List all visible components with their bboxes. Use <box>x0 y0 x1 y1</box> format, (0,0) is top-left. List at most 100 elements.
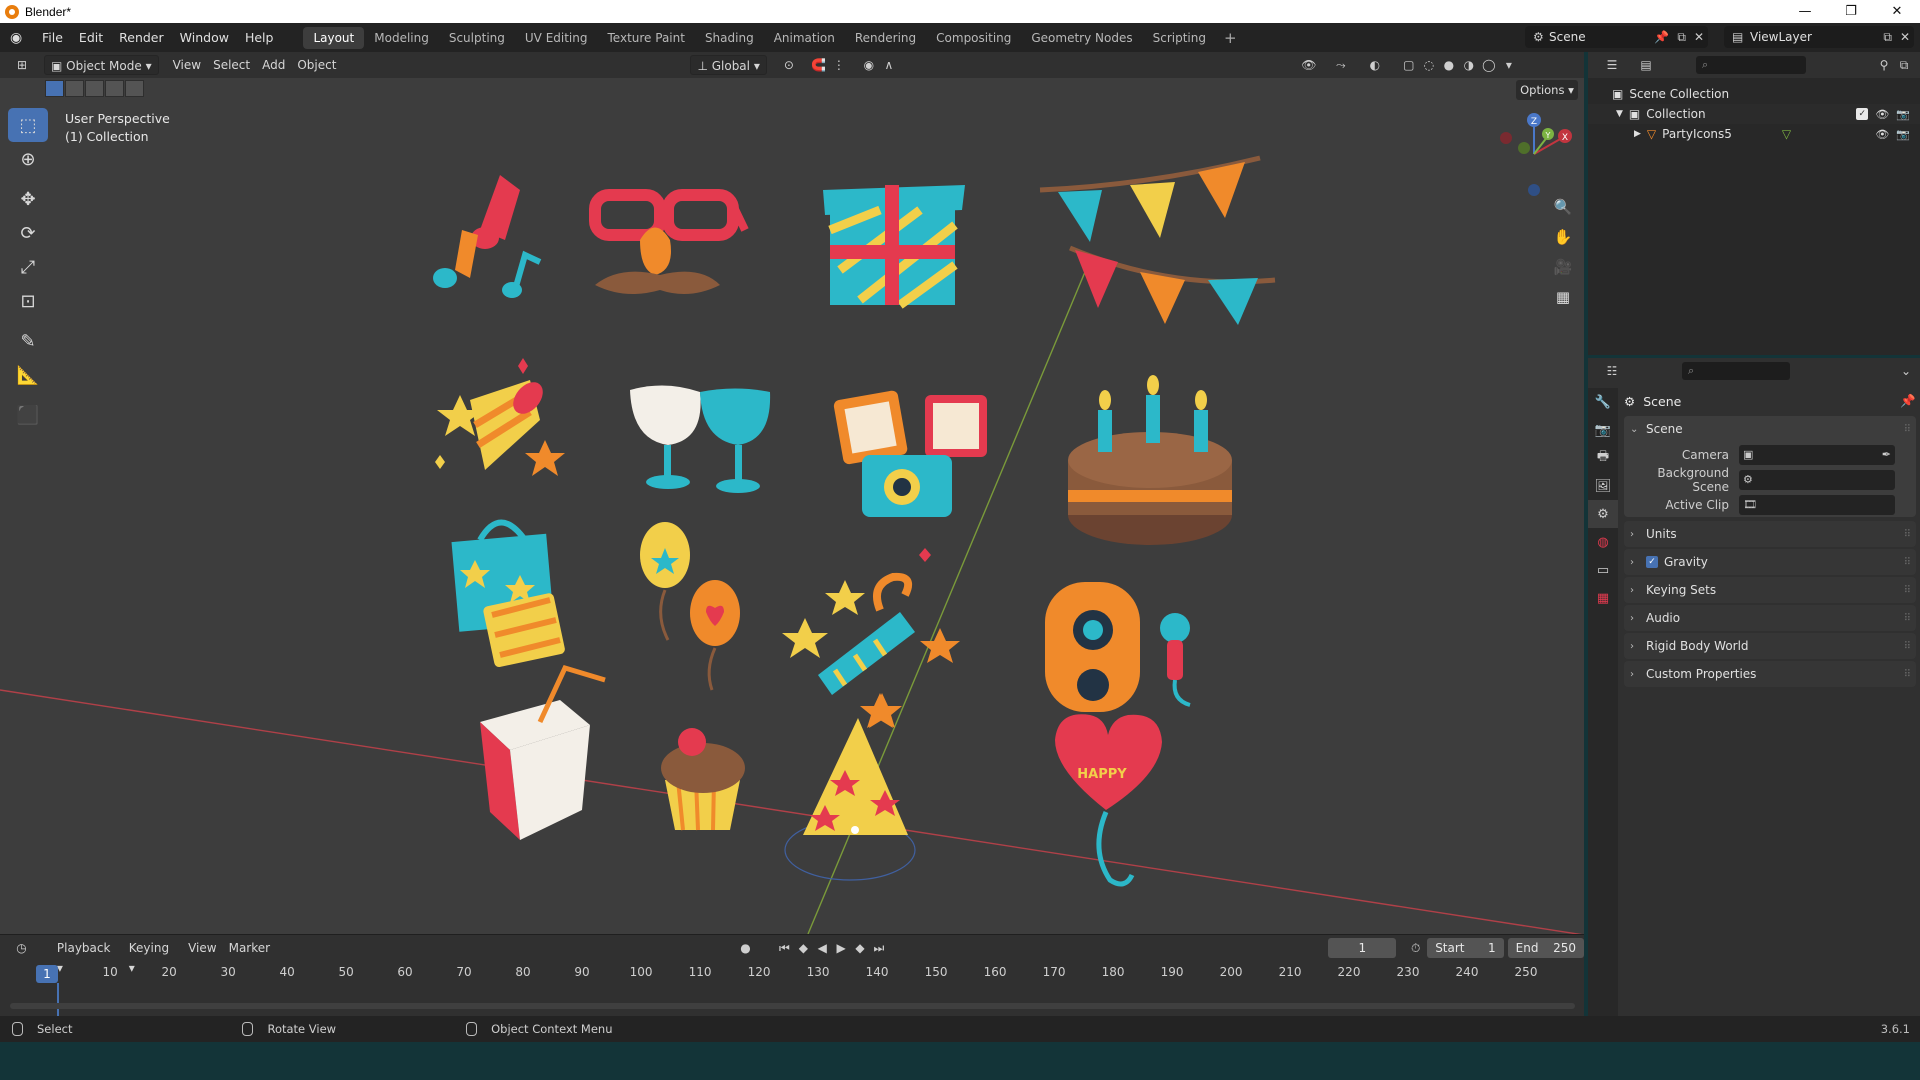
pin-icon[interactable]: 📌 <box>1900 393 1916 409</box>
preview-range-icon[interactable]: ⏱ <box>1406 938 1425 958</box>
keying-sets-panel[interactable]: › Keying Sets ⠿ <box>1624 577 1916 603</box>
shading-options-icon[interactable]: ▾ <box>1499 55 1519 75</box>
tab-rendering[interactable]: Rendering <box>845 27 926 49</box>
timeline-editor-type-icon[interactable]: ◷ <box>12 938 31 958</box>
drag-handle-icon[interactable]: ⠿ <box>1904 641 1911 652</box>
audio-panel[interactable]: › Audio ⠿ <box>1624 605 1916 631</box>
gizmo-toggle-icon[interactable]: ⤳ <box>1331 55 1351 75</box>
play-icon[interactable]: ▶ <box>832 938 851 958</box>
tool-tab-icon[interactable]: 🔧 <box>1588 388 1618 416</box>
tab-animation[interactable]: Animation <box>764 27 845 49</box>
transform-orientation-dropdown[interactable]: ⊥ Global ▾ <box>690 55 767 75</box>
jump-keyframe-forward-icon[interactable]: ◆ <box>851 938 870 958</box>
rendered-shading-icon[interactable]: ◯ <box>1479 55 1499 75</box>
mode-dropdown[interactable]: ▣ Object Mode ▾ <box>44 55 159 75</box>
outliner-editor-type-icon[interactable]: ☰ <box>1602 55 1622 75</box>
tab-uv-editing[interactable]: UV Editing <box>515 27 598 49</box>
annotate-tool-icon[interactable]: ✎ <box>8 324 48 358</box>
pan-hand-icon[interactable]: ✋ <box>1549 222 1577 252</box>
move-tool-icon[interactable]: ✥ <box>8 182 48 216</box>
tab-layout[interactable]: Layout <box>303 26 365 49</box>
menu-add[interactable]: Add <box>256 55 291 75</box>
play-reverse-icon[interactable]: ◀ <box>813 938 832 958</box>
menu-timeline-view[interactable]: View <box>182 938 222 958</box>
menu-keying[interactable]: Keying ▾ <box>123 938 182 975</box>
camera-field[interactable]: ▣ ✒ <box>1739 444 1895 465</box>
navigation-gizmo[interactable]: Z X Y <box>1488 108 1578 198</box>
tab-sculpting[interactable]: Sculpting <box>439 27 515 49</box>
tab-compositing[interactable]: Compositing <box>926 27 1021 49</box>
add-cube-tool-icon[interactable]: ⬛ <box>8 398 48 432</box>
eyedropper-icon[interactable]: ✒ <box>1882 448 1891 461</box>
rigid-body-world-panel[interactable]: › Rigid Body World ⠿ <box>1624 633 1916 659</box>
menu-help[interactable]: Help <box>237 27 282 49</box>
filter-icon[interactable]: ⚲ <box>1874 55 1894 75</box>
viewport-scene[interactable]: HAPPY <box>0 52 1584 934</box>
menu-object[interactable]: Object <box>291 55 342 75</box>
measure-tool-icon[interactable]: 📐 <box>8 358 48 392</box>
tab-shading[interactable]: Shading <box>695 27 764 49</box>
gravity-checkbox[interactable]: ✓ <box>1646 556 1658 568</box>
units-panel[interactable]: › Units ⠿ <box>1624 521 1916 547</box>
custom-properties-panel[interactable]: › Custom Properties ⠿ <box>1624 661 1916 687</box>
drag-handle-icon[interactable]: ⠿ <box>1904 669 1911 680</box>
zoom-icon[interactable]: 🔍 <box>1549 192 1577 222</box>
eye-icon[interactable]: 👁 <box>1875 108 1889 121</box>
solid-shading-icon[interactable]: ● <box>1439 55 1459 75</box>
drag-handle-icon[interactable]: ⠿ <box>1904 585 1911 596</box>
wireframe-shading-icon[interactable]: ◌ <box>1419 55 1439 75</box>
snap-icon[interactable]: 🧲 <box>809 55 829 75</box>
expand-arrow-icon[interactable]: ▶ <box>1634 129 1641 139</box>
menu-window[interactable]: Window <box>172 27 237 49</box>
close-button[interactable]: ✕ <box>1874 0 1920 23</box>
select-new-icon[interactable] <box>45 80 64 97</box>
new-view-layer-icon[interactable]: ⧉ <box>1883 30 1892 45</box>
active-clip-field[interactable]: 🎞 <box>1739 494 1895 515</box>
auto-keying-icon[interactable]: ● <box>736 938 755 958</box>
pivot-point-icon[interactable]: ⊙ <box>779 55 799 75</box>
jump-keyframe-back-icon[interactable]: ◆ <box>794 938 813 958</box>
menu-file[interactable]: File <box>34 27 71 49</box>
camera-view-icon[interactable]: 🎥 <box>1549 252 1577 282</box>
proportional-edit-icon[interactable]: ◉ <box>859 55 879 75</box>
snap-target-icon[interactable]: ⋮ <box>829 55 849 75</box>
tab-modeling[interactable]: Modeling <box>364 27 439 49</box>
exclude-checkbox[interactable]: ✓ <box>1856 107 1869 120</box>
render-tab-icon[interactable]: 📷 <box>1588 416 1618 444</box>
playhead[interactable]: 1 <box>36 965 58 983</box>
3d-viewport[interactable]: HAPPY ⊞ ▣ Object Mode ▾ View Select Add … <box>0 52 1584 934</box>
camera-render-icon[interactable]: 📷 <box>1896 128 1910 141</box>
delete-view-layer-icon[interactable]: ✕ <box>1900 30 1910 44</box>
select-intersect-icon[interactable] <box>125 80 144 97</box>
drag-handle-icon[interactable]: ⠿ <box>1904 424 1911 435</box>
gravity-panel[interactable]: › ✓ Gravity ⠿ <box>1624 549 1916 575</box>
options-dropdown[interactable]: Options ▾ <box>1516 80 1578 100</box>
delete-scene-icon[interactable]: ✕ <box>1694 30 1704 44</box>
maximize-button[interactable]: ❐ <box>1828 0 1874 23</box>
drag-handle-icon[interactable]: ⠿ <box>1904 557 1911 568</box>
select-invert-icon[interactable] <box>105 80 124 97</box>
view-layer-tab-icon[interactable]: 🖼 <box>1588 472 1618 500</box>
properties-search-input[interactable]: ⌕ <box>1682 362 1790 380</box>
select-subtract-icon[interactable] <box>85 80 104 97</box>
tab-scripting[interactable]: Scripting <box>1143 27 1216 49</box>
jump-start-icon[interactable]: ⏮ <box>775 938 794 958</box>
outliner-search-input[interactable]: ⌕ <box>1696 56 1806 74</box>
scene-panel-header[interactable]: ⌄ Scene ⠿ <box>1624 416 1916 442</box>
select-extend-icon[interactable] <box>65 80 84 97</box>
transform-tool-icon[interactable]: ⊡ <box>8 284 48 318</box>
properties-options-icon[interactable]: ⌄ <box>1896 361 1916 381</box>
blender-menu-icon[interactable]: ◉ <box>10 30 26 46</box>
world-tab-icon[interactable]: ◍ <box>1588 528 1618 556</box>
view-layer-selector[interactable]: ▤ ViewLayer ⧉ ✕ <box>1724 26 1914 48</box>
tab-texture-paint[interactable]: Texture Paint <box>598 27 695 49</box>
new-scene-icon[interactable]: ⧉ <box>1677 30 1686 45</box>
outliner-row-partyicons5[interactable]: ▶ ▽ PartyIcons5 ▽ 👁 📷 <box>1588 124 1920 144</box>
menu-playback[interactable]: Playback ▾ <box>51 938 123 975</box>
collection-tab-icon[interactable]: ▭ <box>1588 556 1618 584</box>
texture-tab-icon[interactable]: ▦ <box>1588 584 1618 612</box>
visibility-icon[interactable]: 👁 <box>1299 55 1319 75</box>
camera-render-icon[interactable]: 📷 <box>1896 108 1910 121</box>
expand-arrow-icon[interactable]: ▼ <box>1616 109 1623 119</box>
outliner-row-scene-collection[interactable]: ▣ Scene Collection <box>1588 84 1920 104</box>
